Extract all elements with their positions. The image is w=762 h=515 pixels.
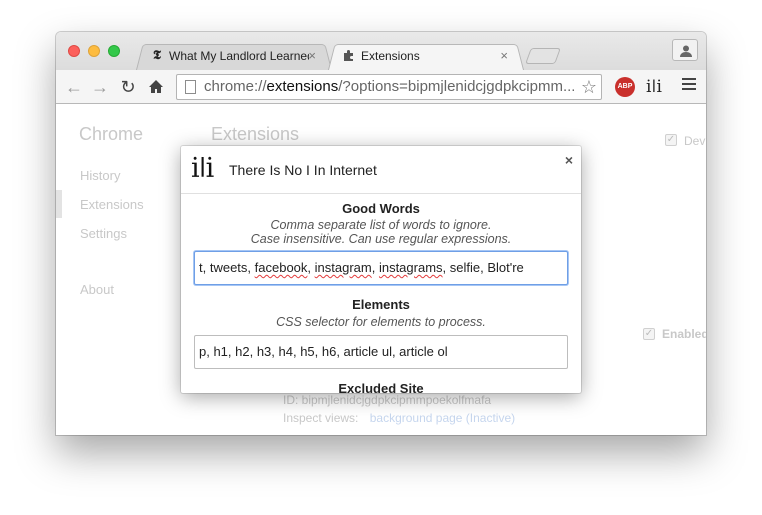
close-window-button[interactable] bbox=[68, 45, 80, 57]
enabled-label: Enabled bbox=[662, 327, 706, 341]
hamburger-menu-icon[interactable] bbox=[682, 78, 696, 93]
sidebar-title: Chrome bbox=[79, 124, 144, 144]
home-icon[interactable] bbox=[146, 77, 166, 97]
adblock-plus-icon[interactable]: ABP bbox=[615, 77, 635, 97]
page-title: Extensions bbox=[211, 124, 300, 144]
ili-logo-icon: iǀi bbox=[191, 153, 214, 184]
dialog-title: There Is No I In Internet bbox=[229, 162, 377, 178]
elements-desc: CSS selector for elements to process. bbox=[276, 315, 486, 329]
extension-options-dialog: iǀi There Is No I In Internet × Good Wor… bbox=[181, 146, 581, 393]
puzzle-icon bbox=[342, 49, 356, 63]
tab-title: What My Landlord Learned bbox=[169, 49, 309, 63]
back-arrow-icon[interactable]: ← bbox=[64, 77, 84, 97]
close-tab-icon[interactable]: × bbox=[500, 42, 508, 70]
tab-extensions[interactable]: Extensions × bbox=[328, 42, 524, 70]
elements-title: Elements bbox=[352, 297, 410, 312]
profile-button[interactable] bbox=[672, 39, 698, 61]
toolbar: ← → ↻ chrome://extensions/?options=bipmj… bbox=[56, 70, 706, 104]
developer-mode-checkbox[interactable]: ✓ bbox=[665, 134, 677, 146]
sidebar-item-about[interactable]: About bbox=[80, 282, 114, 297]
sidebar-item-history[interactable]: History bbox=[80, 168, 120, 183]
sidebar-item-settings[interactable]: Settings bbox=[80, 226, 127, 241]
background-page-link[interactable]: background page (Inactive) bbox=[370, 411, 515, 425]
good-words-desc-line1: Comma separate list of words to ignore. bbox=[270, 218, 492, 232]
developer-mode-label: Dev bbox=[684, 134, 706, 148]
sidebar-item-extensions[interactable]: Extensions bbox=[80, 197, 144, 212]
person-icon bbox=[680, 45, 692, 57]
sidebar-selection-indicator bbox=[56, 190, 62, 218]
good-words-title: Good Words bbox=[342, 201, 420, 216]
excluded-site-title: Excluded Site bbox=[338, 381, 424, 393]
page-icon bbox=[185, 80, 196, 94]
good-words-desc-line2: Case insensitive. Can use regular expres… bbox=[250, 232, 512, 246]
title-bar: 𝕿 What My Landlord Learned × Extensions … bbox=[56, 32, 706, 70]
reload-icon[interactable]: ↻ bbox=[118, 77, 138, 97]
ili-extension-icon[interactable]: iǀi bbox=[646, 77, 662, 97]
elements-input[interactable]: p, h1, h2, h3, h4, h5, h6, article ul, a… bbox=[194, 335, 568, 369]
url-text: chrome://extensions/?options=bipmjlenidc… bbox=[204, 78, 574, 95]
extension-id: ID: bipmjlenidcjgdpkcipmmpoekolfmafa bbox=[283, 393, 492, 407]
close-icon[interactable]: × bbox=[565, 152, 573, 168]
minimize-window-button[interactable] bbox=[88, 45, 100, 57]
bookmark-star-icon[interactable]: ☆ bbox=[581, 75, 597, 99]
tab-title: Extensions bbox=[361, 49, 420, 63]
nyt-icon: 𝕿 bbox=[153, 48, 161, 63]
inspect-label: Inspect views: bbox=[283, 411, 359, 425]
close-tab-icon[interactable]: × bbox=[308, 42, 316, 70]
good-words-input[interactable]: t, tweets, facebook, instagram, instagra… bbox=[194, 251, 568, 285]
tab-nyt-article[interactable]: 𝕿 What My Landlord Learned × bbox=[136, 42, 332, 70]
new-tab-button[interactable] bbox=[525, 48, 561, 64]
dialog-header: iǀi There Is No I In Internet × bbox=[181, 146, 581, 194]
inspect-views: Inspect views: background page (Inactive… bbox=[283, 411, 515, 425]
zoom-window-button[interactable] bbox=[108, 45, 120, 57]
address-bar[interactable]: chrome://extensions/?options=bipmjlenidc… bbox=[176, 74, 602, 100]
enabled-checkbox[interactable]: ✓ bbox=[643, 328, 655, 340]
forward-arrow-icon[interactable]: → bbox=[90, 77, 110, 97]
